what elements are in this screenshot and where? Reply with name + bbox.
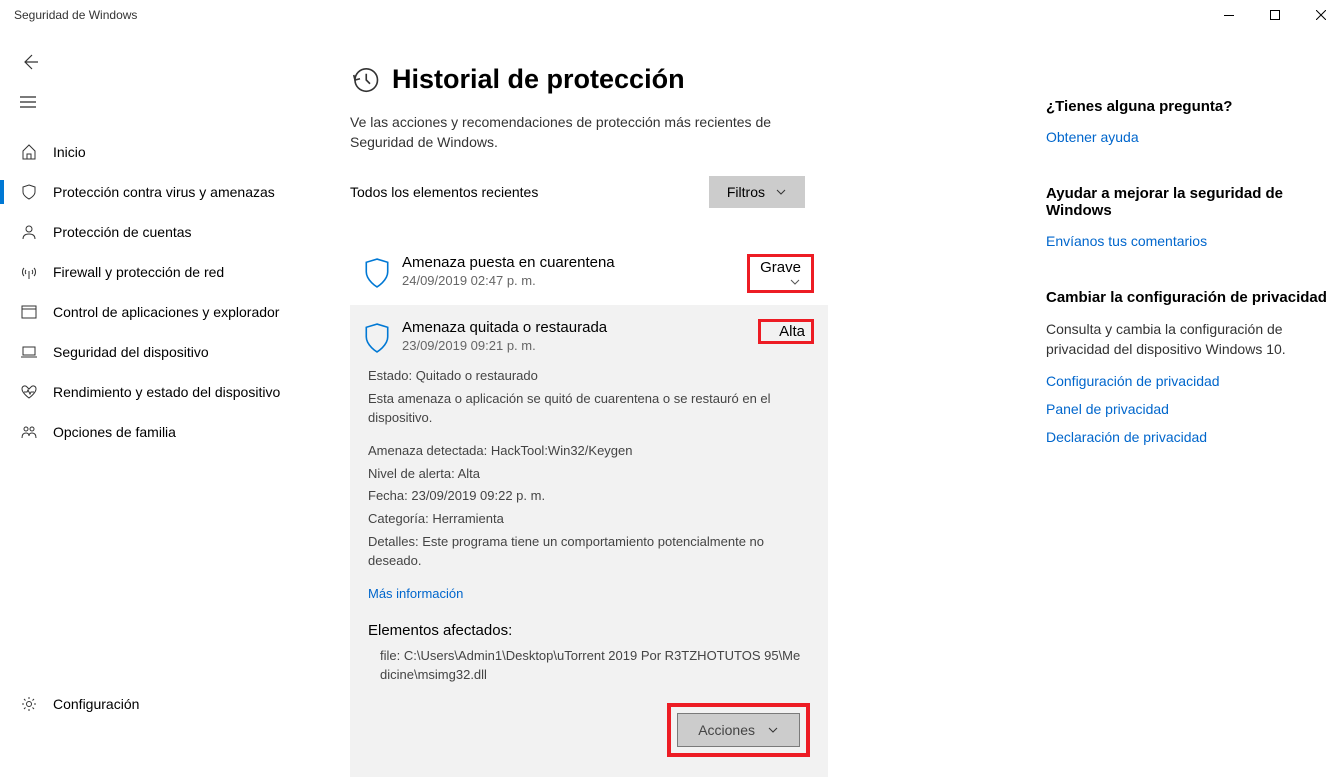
sidebar-label: Protección de cuentas	[53, 224, 192, 240]
sidebar-item-family[interactable]: Opciones de familia	[0, 412, 340, 452]
shield-icon	[20, 183, 38, 201]
family-icon	[20, 423, 38, 441]
sidebar-item-devicesec[interactable]: Seguridad del dispositivo	[0, 332, 340, 372]
sidebar-label: Opciones de familia	[53, 424, 176, 440]
window-title: Seguridad de Windows	[14, 8, 137, 22]
sidebar-label: Seguridad del dispositivo	[53, 344, 209, 360]
severity-label: Alta	[779, 323, 805, 340]
sidebar-item-account[interactable]: Protección de cuentas	[0, 212, 340, 252]
home-icon	[20, 143, 38, 161]
sidebar-item-firewall[interactable]: Firewall y protección de red	[0, 252, 340, 292]
privacy-statement-link[interactable]: Declaración de privacidad	[1046, 429, 1330, 445]
aside-heading: Ayudar a mejorar la seguridad de Windows	[1046, 185, 1330, 219]
person-icon	[20, 223, 38, 241]
shield-icon	[364, 323, 390, 353]
sidebar-item-home[interactable]: Inicio	[0, 132, 340, 172]
sidebar-label: Control de aplicaciones y explorador	[53, 304, 279, 320]
close-button[interactable]	[1298, 0, 1344, 30]
more-info-link[interactable]: Más información	[368, 585, 806, 604]
sidebar-label: Firewall y protección de red	[53, 264, 224, 280]
gear-icon	[20, 695, 38, 713]
aside-heading: ¿Tienes alguna pregunta?	[1046, 98, 1330, 115]
aside-text: Consulta y cambia la configuración de pr…	[1046, 320, 1330, 359]
threat-details: Estado: Quitado o restaurado Esta amenaz…	[360, 353, 814, 757]
back-button[interactable]	[0, 42, 340, 82]
maximize-button[interactable]	[1252, 0, 1298, 30]
affected-path: file: C:\Users\Admin1\Desktop\uTorrent 2…	[368, 647, 806, 685]
threat-title: Amenaza puesta en cuarentena	[402, 254, 747, 271]
severity-label: Grave	[760, 259, 801, 276]
filter-button[interactable]: Filtros	[709, 176, 805, 208]
actions-highlight: Acciones	[667, 703, 810, 757]
sidebar-label: Configuración	[53, 696, 139, 712]
actions-button[interactable]: Acciones	[677, 713, 800, 747]
threat-date: 23/09/2019 09:21 p. m.	[402, 338, 758, 353]
severity-highlight: Grave	[747, 254, 814, 293]
minimize-button[interactable]	[1206, 0, 1252, 30]
threat-card-quarantined[interactable]: Amenaza puesta en cuarentena 24/09/2019 …	[350, 242, 828, 305]
page-title: Historial de protección	[392, 64, 685, 95]
sidebar-item-appcontrol[interactable]: Control de aplicaciones y explorador	[0, 292, 340, 332]
page-subtitle: Ve las acciones y recomendaciones de pro…	[350, 113, 820, 152]
sidebar-item-settings[interactable]: Configuración	[0, 684, 340, 724]
history-icon	[350, 65, 380, 95]
window-icon	[20, 303, 38, 321]
antenna-icon	[20, 263, 38, 281]
privacy-panel-link[interactable]: Panel de privacidad	[1046, 401, 1330, 417]
chevron-down-icon[interactable]	[789, 276, 801, 288]
chevron-down-icon	[767, 724, 779, 736]
feedback-link[interactable]: Envíanos tus comentarios	[1046, 233, 1330, 249]
sidebar-item-health[interactable]: Rendimiento y estado del dispositivo	[0, 372, 340, 412]
aside-panel: ¿Tienes alguna pregunta? Obtener ayuda A…	[1030, 64, 1330, 724]
affected-heading: Elementos afectados:	[368, 620, 806, 642]
aside-heading: Cambiar la configuración de privacidad	[1046, 289, 1330, 306]
chevron-down-icon	[775, 186, 787, 198]
shield-icon	[364, 258, 390, 288]
threat-title: Amenaza quitada o restaurada	[402, 319, 758, 336]
titlebar: Seguridad de Windows	[0, 0, 1344, 30]
main-content: Historial de protección Ve las acciones …	[340, 64, 1030, 724]
help-link[interactable]: Obtener ayuda	[1046, 129, 1330, 145]
sidebar-label: Protección contra virus y amenazas	[53, 184, 275, 200]
severity-highlight: Alta	[758, 319, 814, 344]
sidebar-item-virus[interactable]: Protección contra virus y amenazas	[0, 172, 340, 212]
privacy-settings-link[interactable]: Configuración de privacidad	[1046, 373, 1330, 389]
sidebar-label: Rendimiento y estado del dispositivo	[53, 384, 280, 400]
sidebar-label: Inicio	[53, 144, 86, 160]
laptop-icon	[20, 343, 38, 361]
hamburger-button[interactable]	[0, 82, 340, 122]
threat-card-removed[interactable]: Amenaza quitada o restaurada 23/09/2019 …	[350, 305, 828, 777]
heart-icon	[20, 383, 38, 401]
threat-date: 24/09/2019 02:47 p. m.	[402, 273, 747, 288]
filter-label: Todos los elementos recientes	[350, 184, 538, 200]
sidebar: Inicio Protección contra virus y amenaza…	[0, 30, 340, 724]
